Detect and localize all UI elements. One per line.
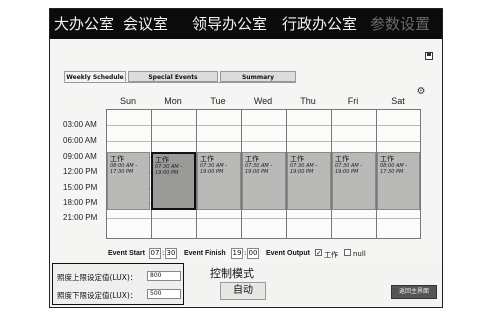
event-start-minute-input[interactable]: 30 <box>165 248 177 259</box>
event-finish-label: Event Finish <box>184 250 226 257</box>
lux-lower-label: 照度下限设定值(LUX)： <box>57 291 138 300</box>
schedule-grid: 工作 08:00 AM - 17:30 PM 工作 07:30 AM - 19:… <box>106 109 421 239</box>
day-header: Thu <box>300 96 316 106</box>
event-block-sun[interactable]: 工作 08:00 AM - 17:30 PM <box>107 152 150 210</box>
event-title: 工作 <box>155 156 169 164</box>
event-end: 19:00 PM <box>245 169 269 175</box>
grid-line <box>107 125 420 126</box>
event-block-mon[interactable]: 工作 07:30 AM - 19:00 PM <box>151 152 196 210</box>
event-block-wed[interactable]: 工作 07:30 AM - 19:00 PM <box>242 152 286 210</box>
event-end: 17:30 PM <box>110 169 134 175</box>
day-header: Mon <box>164 96 182 106</box>
nav-meeting-room[interactable]: 会议室 <box>123 14 168 34</box>
day-header: Sat <box>391 96 405 106</box>
time-label: 12:00 PM <box>63 167 98 176</box>
control-mode-title: 控制模式 <box>210 267 254 280</box>
event-finish-hour-input[interactable]: 19 <box>231 248 243 259</box>
tab-special-events[interactable]: Special Events <box>128 71 218 82</box>
time-label: 18:00 PM <box>63 198 98 207</box>
event-title: 工作 <box>290 155 304 163</box>
grid-line <box>107 141 420 142</box>
event-title: 工作 <box>380 155 394 163</box>
event-output-label: Event Output <box>266 250 310 257</box>
event-end: 19:00 PM <box>155 170 179 176</box>
event-start-hour-input[interactable]: 07 <box>149 248 161 259</box>
time-label: 15:00 PM <box>63 183 98 192</box>
time-label: 09:00 AM <box>63 152 97 161</box>
nav-leader-office[interactable]: 领导办公室 <box>192 14 267 34</box>
top-nav-bar: 大办公室 会议室 领导办公室 行政办公室 参数设置 <box>50 9 442 39</box>
output-work-checkbox[interactable]: ✓ <box>315 249 322 257</box>
lux-settings-panel: 照度上限设定值(LUX)： 800 照度下限设定值(LUX)： 500 <box>52 263 184 305</box>
return-main-button[interactable]: 返回主界面 <box>391 285 437 299</box>
scheduler-panel: Weekly Schedule Special Events Summary ⚙… <box>50 39 442 263</box>
event-block-tue[interactable]: 工作 07:30 AM - 19:00 PM <box>197 152 241 210</box>
event-start-label: Event Start <box>108 250 145 257</box>
grid-line <box>107 218 420 219</box>
output-work-label: 工作 <box>324 251 338 259</box>
nav-large-office[interactable]: 大办公室 <box>54 14 114 34</box>
lux-upper-label: 照度上限设定值(LUX)： <box>57 273 138 282</box>
day-header: Wed <box>253 96 273 106</box>
event-title: 工作 <box>110 155 124 163</box>
event-title: 工作 <box>335 155 349 163</box>
day-header: Fri <box>347 96 359 106</box>
output-null-label: null <box>353 250 366 258</box>
event-finish-minute-input[interactable]: 00 <box>247 248 259 259</box>
lux-lower-input[interactable]: 500 <box>147 289 181 299</box>
time-separator: : <box>162 249 165 257</box>
day-header: Tue <box>210 96 226 106</box>
event-block-sat[interactable]: 工作 08:00 AM - 17:30 PM <box>377 152 420 210</box>
auto-mode-button[interactable]: 自动 <box>220 282 266 300</box>
hmi-screen: 大办公室 会议室 领导办公室 行政办公室 参数设置 Weekly Schedul… <box>49 8 443 308</box>
output-null-checkbox[interactable] <box>344 249 351 256</box>
lux-upper-input[interactable]: 800 <box>147 271 181 281</box>
event-title: 工作 <box>200 155 214 163</box>
time-label: 21:00 PM <box>63 213 98 222</box>
event-end: 19:00 PM <box>335 169 359 175</box>
save-icon[interactable] <box>425 52 433 60</box>
time-label: 03:00 AM <box>63 120 97 129</box>
nav-admin-office[interactable]: 行政办公室 <box>282 14 357 34</box>
event-end: 19:00 PM <box>200 169 224 175</box>
tab-divider <box>64 82 296 83</box>
event-end: 17:30 PM <box>380 169 404 175</box>
event-title: 工作 <box>245 155 259 163</box>
time-separator: : <box>244 249 247 257</box>
tab-summary[interactable]: Summary <box>220 71 296 82</box>
tab-weekly-schedule[interactable]: Weekly Schedule <box>64 71 126 82</box>
time-label: 06:00 AM <box>63 136 97 145</box>
event-block-thu[interactable]: 工作 07:30 AM - 19:00 PM <box>287 152 331 210</box>
event-end: 19:00 PM <box>290 169 314 175</box>
nav-parameter-settings[interactable]: 参数设置 <box>370 14 430 34</box>
event-block-fri[interactable]: 工作 07:30 AM - 19:00 PM <box>332 152 376 210</box>
day-header: Sun <box>119 96 136 106</box>
